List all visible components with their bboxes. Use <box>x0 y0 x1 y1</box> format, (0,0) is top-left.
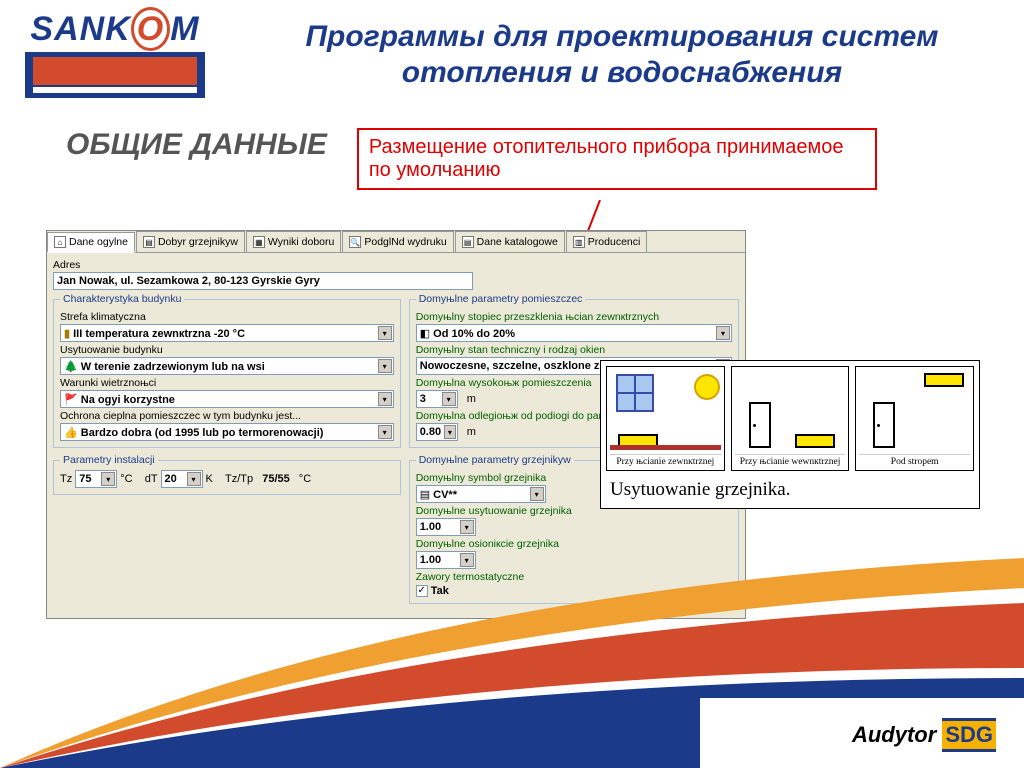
chevron-down-icon: ▾ <box>378 359 392 373</box>
okna-label: Domyњlny stan techniczny i rodzaj okien <box>416 344 732 356</box>
tab-wyniki[interactable]: ▦Wyniki doboru <box>246 231 341 252</box>
oslon-label: Domyњlne osіoniкcie grzejnika <box>416 538 732 550</box>
przeszk-label: Domyњlny stopieс przeszklenia њcian zewn… <box>416 311 732 323</box>
tab-podglad[interactable]: 🔍PodglNd wydruku <box>342 231 453 252</box>
sun-icon <box>696 376 718 398</box>
zawory-label: Zawory termostatyczne <box>416 571 732 583</box>
parap-input[interactable]: 0.80▾ <box>416 423 458 441</box>
radiator-icon <box>924 373 964 387</box>
callout-box: Размещение отопительного прибора принима… <box>357 128 877 190</box>
home-icon: ⌂ <box>54 236 66 248</box>
strefa-label: Strefa klimatyczna <box>60 311 394 323</box>
tz-input[interactable]: 75▾ <box>75 470 117 488</box>
chevron-down-icon: ▾ <box>460 553 474 567</box>
zawory-checkbox[interactable]: ✓Tak <box>416 585 449 597</box>
sankom-logo: SANKOM <box>0 12 230 98</box>
ochrona-label: Ochrona cieplna pomieszczeс w tym budynk… <box>60 410 394 422</box>
symbol-combo[interactable]: ▤ CV**▾ <box>416 485 546 503</box>
wiatr-combo[interactable]: 🚩 Na ogуі korzystne▾ <box>60 390 394 408</box>
radiator-icon <box>795 434 835 448</box>
tab-dobor[interactable]: ▤Dobуr grzejnikуw <box>136 231 245 252</box>
door-icon <box>749 402 771 448</box>
radiator-icon: ▤ <box>143 236 155 248</box>
check-icon: ✓ <box>416 585 428 597</box>
strefa-combo[interactable]: ▮ III temperatura zewnкtrzna -20 °C▾ <box>60 324 394 342</box>
przeszk-combo[interactable]: ◧ Od 10% do 20%▾ <box>416 324 732 342</box>
radiator-placement-popup: Przy њcianie zewnкtrznej Przy њcianie we… <box>600 360 980 509</box>
preview-icon: 🔍 <box>349 236 361 248</box>
ochrona-combo[interactable]: 👍 Bardzo dobra (od 1995 lub po termoreno… <box>60 423 394 441</box>
producers-icon: ▥ <box>573 236 585 248</box>
install-group: Parametry instalacji Tz 75▾ °C dT 20▾ K … <box>53 454 401 495</box>
catalog-icon: ▤ <box>462 236 474 248</box>
usyt-bud-label: Usytuowanie budynku <box>60 344 394 356</box>
dt-input[interactable]: 20▾ <box>161 470 203 488</box>
popup-caption: Usytuowanie grzejnika. <box>606 471 974 503</box>
tab-producenci[interactable]: ▥Producenci <box>566 231 648 252</box>
chevron-down-icon: ▾ <box>101 472 115 486</box>
tz-label: Tz <box>60 473 72 485</box>
chevron-down-icon: ▾ <box>378 392 392 406</box>
adres-label: Adres <box>53 259 739 271</box>
tab-katalog[interactable]: ▤Dane katalogowe <box>455 231 565 252</box>
section-heading: ОБЩИЕ ДАННЫЕ <box>66 128 327 162</box>
wiatr-label: Warunki wietrznoњci <box>60 377 394 389</box>
chevron-down-icon: ▾ <box>530 487 544 501</box>
chevron-down-icon: ▾ <box>442 392 456 406</box>
chevron-down-icon: ▾ <box>460 520 474 534</box>
chevron-down-icon: ▾ <box>378 326 392 340</box>
placement-option-external-wall[interactable]: Przy њcianie zewnкtrznej <box>606 366 725 471</box>
chevron-down-icon: ▾ <box>187 472 201 486</box>
audytor-sdg-logo: Audytor SDG <box>852 718 996 752</box>
chevron-down-icon: ▾ <box>444 425 456 439</box>
placement-option-ceiling[interactable]: Pod stropem <box>855 366 974 471</box>
tztp-label: Tz/Tp <box>225 473 253 485</box>
building-group: Charakterystyka budynku Strefa klimatycz… <box>53 293 401 448</box>
window-icon <box>616 374 654 412</box>
tab-dane-ogolne[interactable]: ⌂Dane ogуlne <box>47 232 135 253</box>
oslon-combo[interactable]: 1.00▾ <box>416 551 476 569</box>
tab-strip: ⌂Dane ogуlne ▤Dobуr grzejnikуw ▦Wyniki d… <box>47 231 745 253</box>
usyt-rad-combo[interactable]: 1.00▾ <box>416 518 476 536</box>
chevron-down-icon: ▾ <box>716 326 730 340</box>
placement-option-internal-wall[interactable]: Przy њcianie wewnкtrznej <box>731 366 850 471</box>
slide-title: Программы для проектирования систем отоп… <box>230 19 1024 91</box>
dt-label: dT <box>145 473 158 485</box>
chevron-down-icon: ▾ <box>378 425 392 439</box>
door-icon <box>873 402 895 448</box>
results-icon: ▦ <box>253 236 265 248</box>
usyt-bud-combo[interactable]: 🌲 W terenie zadrzewionym lub na wsi▾ <box>60 357 394 375</box>
wys-input[interactable]: 3▾ <box>416 390 458 408</box>
adres-input[interactable]: Jan Nowak, ul. Sezamkowa 2, 80-123 Gуrsk… <box>53 272 473 290</box>
